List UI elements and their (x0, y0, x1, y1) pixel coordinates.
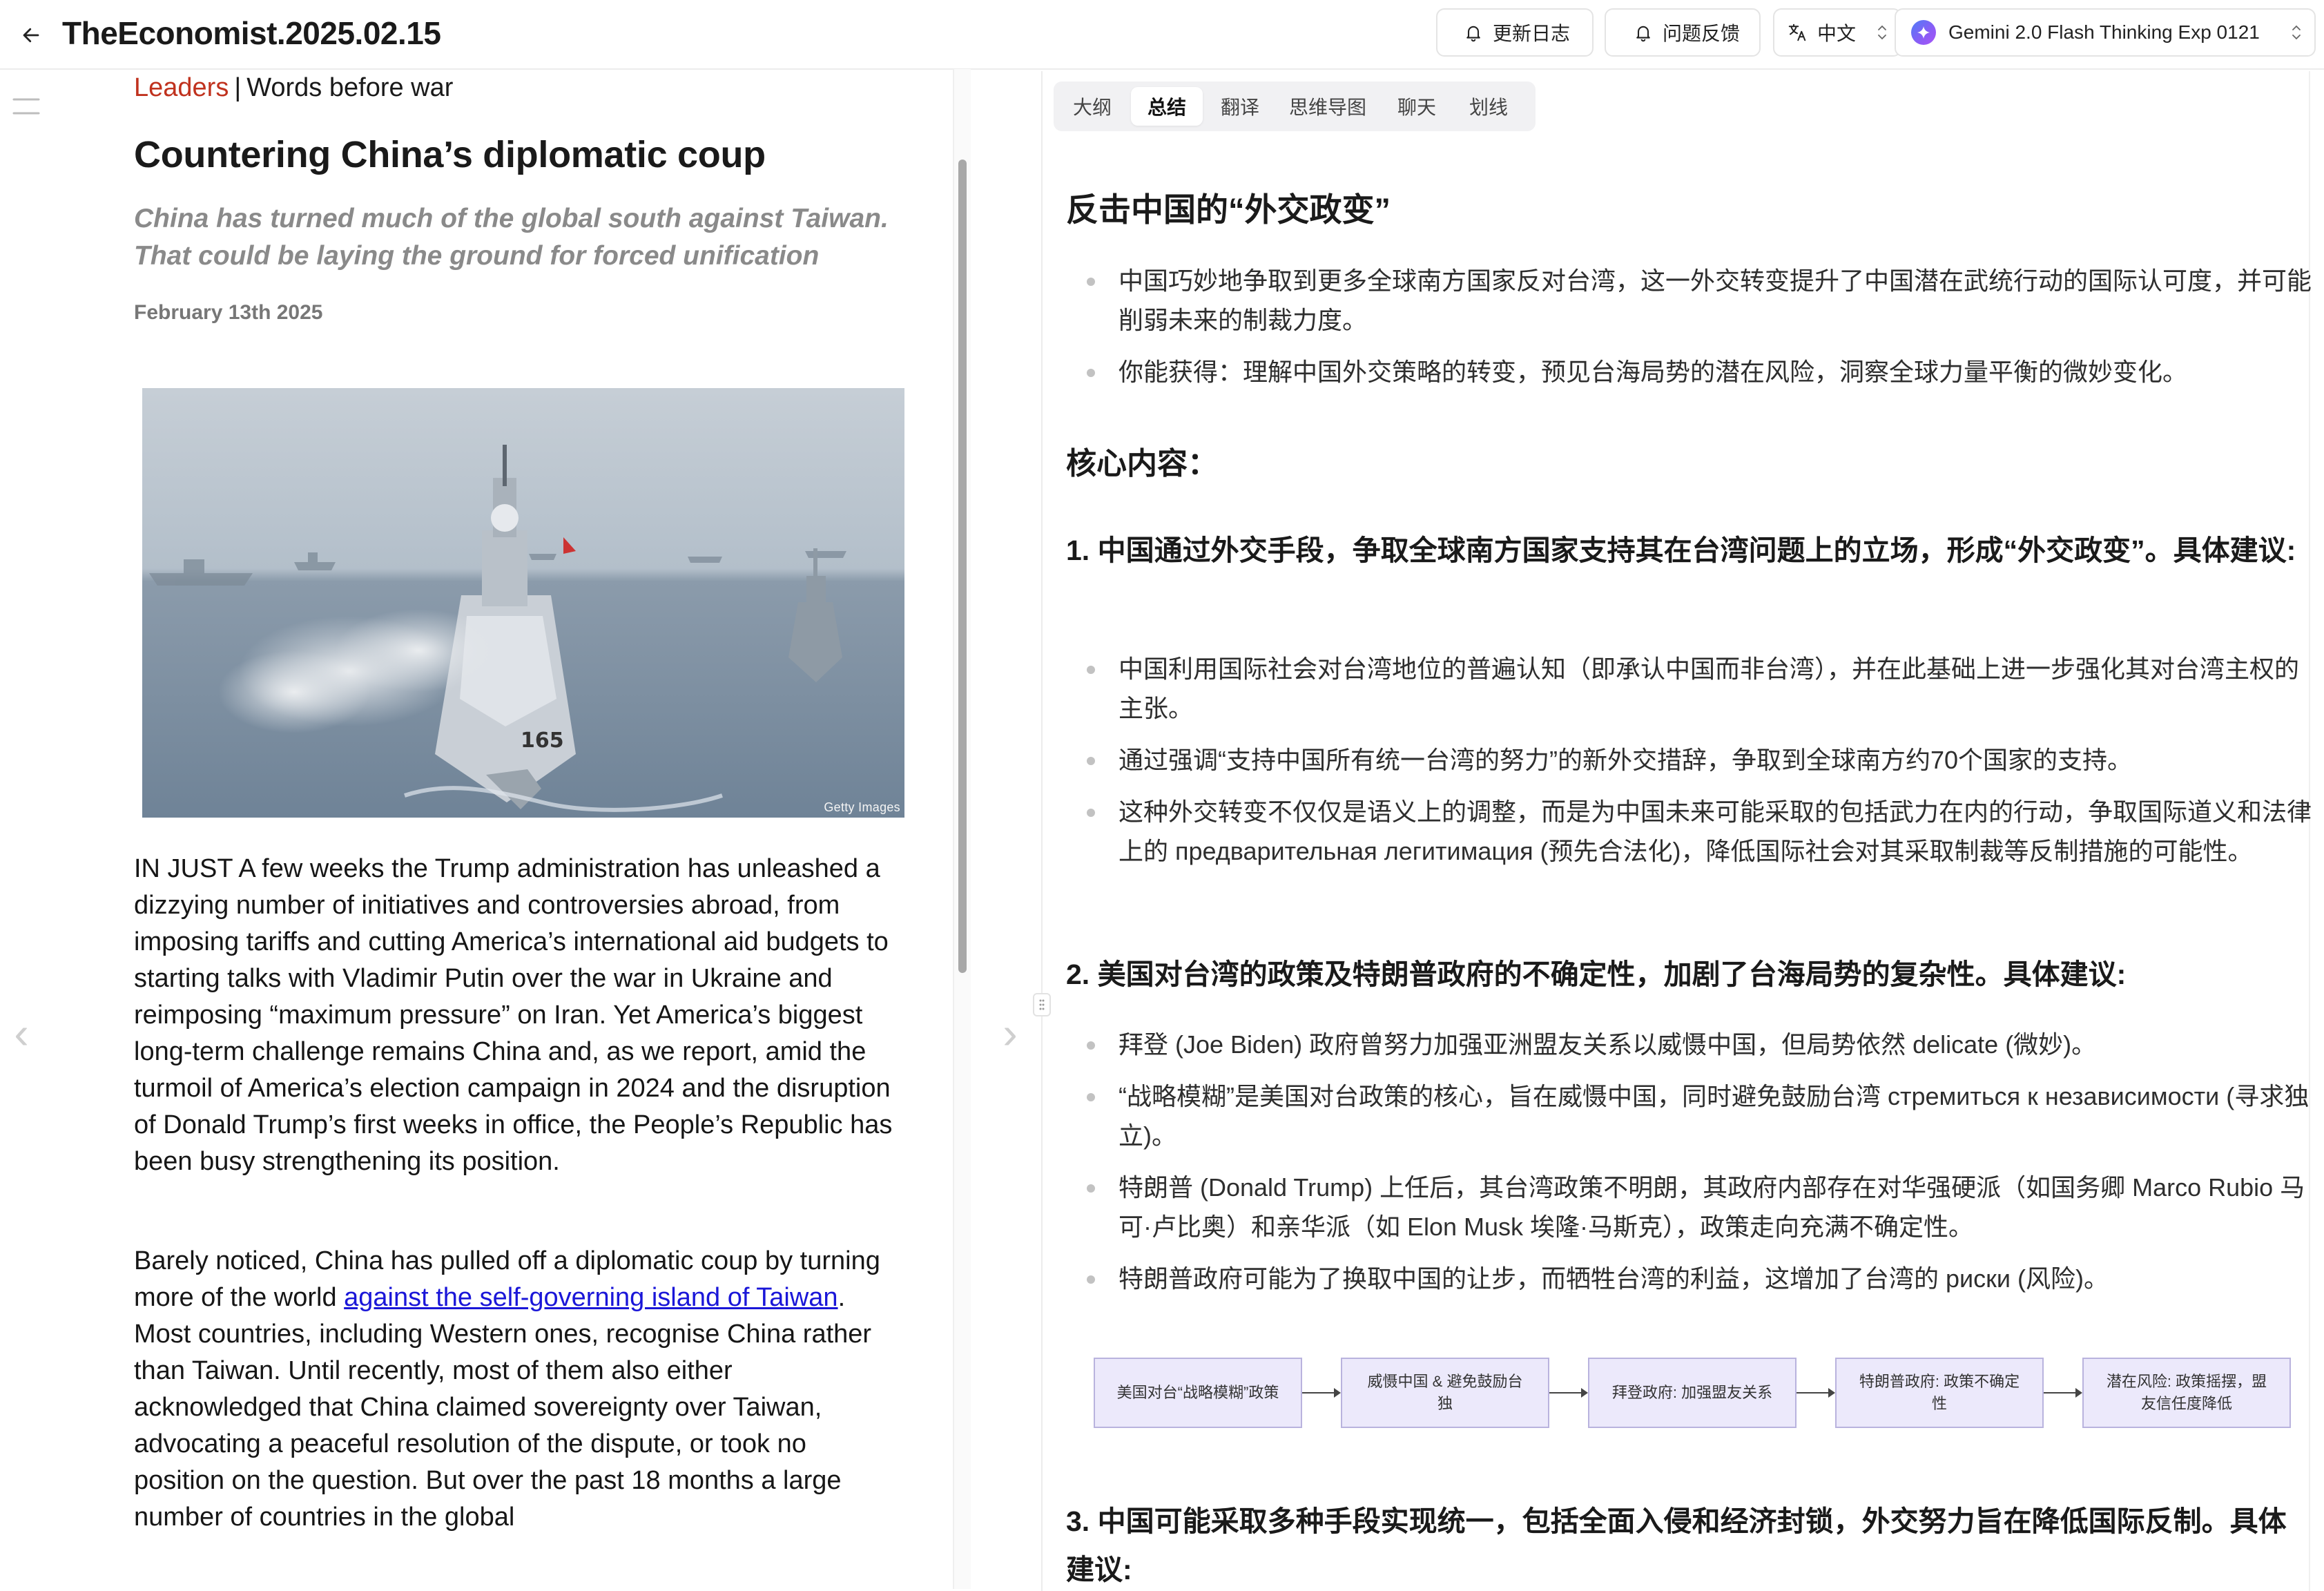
flow-arrow (1302, 1388, 1341, 1398)
list-item: 中国巧妙地争取到更多全球南方国家反对台湾，这一外交转变提升了中国潜在武统行动的国… (1085, 261, 2313, 340)
document-title: TheEconomist.2025.02.15 (62, 15, 441, 51)
point1-bullet-list: 中国利用国际社会对台湾地位的普遍认知（即承认中国而非台湾），并在此基础上进一步强… (1085, 649, 2313, 883)
article-kicker: Words before war (246, 73, 454, 102)
sidebar-toggle-button[interactable] (11, 94, 41, 119)
tab-outline[interactable]: 大纲 (1062, 87, 1123, 126)
flow-arrow (1797, 1388, 1835, 1398)
flow-node: 潜在风险: 政策摇摆，盟友信任度降低 (2082, 1358, 2291, 1428)
sidebar-toggle-icon (12, 98, 40, 115)
list-item: 特朗普 (Donald Trump) 上任后，其台湾政策不明朗，其政府内部存在对… (1085, 1168, 2313, 1246)
flow-node: 美国对台“战略模糊”政策 (1094, 1358, 1302, 1428)
svg-text:165: 165 (521, 729, 564, 753)
article-paragraph: Barely noticed, China has pulled off a d… (134, 1243, 893, 1536)
language-select[interactable]: 中文 (1773, 8, 1901, 57)
list-item: 特朗普政府可能为了换取中国的让步，而牺牲台湾的利益，这增加了台湾的 риски … (1085, 1259, 2313, 1298)
model-label: Gemini 2.0 Flash Thinking Exp 0121 (1948, 21, 2260, 43)
arrow-left-icon (23, 28, 39, 43)
gemini-sparkle-icon (1911, 20, 1936, 45)
list-item: 通过强调“支持中国所有统一台湾的努力”的新外交措辞，争取到全球南方约70个国家的… (1085, 740, 2313, 780)
translate-icon (1787, 22, 1808, 43)
flow-arrow (2044, 1388, 2082, 1398)
top-bar: TheEconomist.2025.02.15 更新日志 问题反馈 中文 Gem… (0, 0, 2324, 70)
view-tabs: 大纲 总结 翻译 思维导图 聊天 划线 (1054, 81, 1536, 131)
drag-dots-icon (1039, 999, 1045, 1010)
point2-bullet-list: 拜登 (Joe Biden) 政府曾努力加强亚洲盟友关系以威慑中国，但局势依然 … (1085, 1025, 2313, 1311)
feedback-label: 问题反馈 (1663, 23, 1741, 44)
language-label: 中文 (1817, 23, 1857, 44)
intro-bullet-list: 中国巧妙地争取到更多全球南方国家反对台湾，这一外交转变提升了中国潜在武统行动的国… (1085, 261, 2313, 404)
image-credit: Getty Images (824, 800, 900, 814)
article-section-line: Leaders | Words before war (134, 70, 453, 105)
point2-heading: 2. 美国对台湾的政策及特朗普政府的不确定性，加剧了台海局势的复杂性。具体建议: (1066, 958, 2127, 990)
back-button[interactable] (10, 14, 52, 57)
feedback-button[interactable]: 问题反馈 (1605, 8, 1761, 57)
changelog-button[interactable]: 更新日志 (1436, 8, 1594, 57)
core-content-heading: 核心内容： (1066, 447, 1218, 481)
bell-icon (1464, 23, 1483, 42)
list-item: 中国利用国际社会对台湾地位的普遍认知（即承认中国而非台湾），并在此基础上进一步强… (1085, 649, 2313, 728)
pane-divider (1041, 71, 1043, 1591)
prev-page-button[interactable]: ‹ (4, 1007, 39, 1059)
chevron-right-icon: › (1003, 1008, 1018, 1058)
tab-highlight[interactable]: 划线 (1458, 87, 1519, 126)
flow-node: 威慑中国 & 避免鼓励台独 (1341, 1358, 1549, 1428)
article-date: February 13th 2025 (134, 301, 323, 324)
policy-flow-diagram: 美国对台“战略模糊”政策 威慑中国 & 避免鼓励台独 拜登政府: 加强盟友关系 … (1094, 1358, 2291, 1429)
tab-chat[interactable]: 聊天 (1386, 87, 1447, 126)
bell-icon (1634, 23, 1653, 42)
paragraph-text: . Most countries, including Western ones… (134, 1283, 872, 1532)
article-headline: Countering China’s diplomatic coup (134, 134, 766, 175)
list-item: 你能获得：理解中国外交策略的转变，预见台海局势的潜在风险，洞察全球力量平衡的微妙… (1085, 352, 2313, 392)
chevron-left-icon: ‹ (14, 1008, 29, 1058)
list-item: “战略模糊”是美国对台政策的核心，旨在威慑中国，同时避免鼓励台湾 стремит… (1085, 1077, 2313, 1155)
tab-translate[interactable]: 翻译 (1210, 87, 1270, 126)
list-item: 这种外交转变不仅仅是语义上的调整，而是为中国未来可能采取的包括武力在内的行动，争… (1085, 792, 2313, 871)
taiwan-link[interactable]: against the self-governing island of Tai… (344, 1283, 837, 1312)
article-scrollbar-thumb[interactable] (958, 160, 967, 973)
article-subheadline: China has turned much of the global sout… (134, 204, 889, 271)
summary-title: 反击中国的“外交政变” (1066, 191, 1391, 228)
article-hero-image: 165 Getty Images (142, 388, 904, 818)
article-paragraph: IN JUST A few weeks the Trump administra… (134, 854, 893, 1176)
section-separator: | (234, 73, 242, 102)
tab-mindmap[interactable]: 思维导图 (1277, 87, 1378, 126)
chevron-updown-icon (2291, 22, 2302, 48)
resize-handle[interactable] (1033, 993, 1051, 1016)
tab-summary[interactable]: 总结 (1131, 87, 1203, 126)
model-select[interactable]: Gemini 2.0 Flash Thinking Exp 0121 (1895, 8, 2316, 57)
list-item: 拜登 (Joe Biden) 政府曾努力加强亚洲盟友关系以威慑中国，但局势依然 … (1085, 1025, 2313, 1064)
point3-heading: 3. 中国可能采取多种手段实现统一，包括全面入侵和经济封锁，外交努力旨在降低国际… (1066, 1505, 2287, 1585)
next-page-button[interactable]: › (993, 1007, 1027, 1059)
point1-heading: 1. 中国通过外交手段，争取全球南方国家支持其在台湾问题上的立场，形成“外交政变… (1066, 534, 2296, 566)
flow-node: 拜登政府: 加强盟友关系 (1588, 1358, 1797, 1428)
flow-node: 特朗普政府: 政策不确定性 (1835, 1358, 2044, 1428)
changelog-label: 更新日志 (1493, 23, 1571, 44)
chevron-updown-icon (1877, 22, 1888, 48)
flow-arrow (1549, 1388, 1588, 1398)
section-link[interactable]: Leaders (134, 73, 229, 102)
